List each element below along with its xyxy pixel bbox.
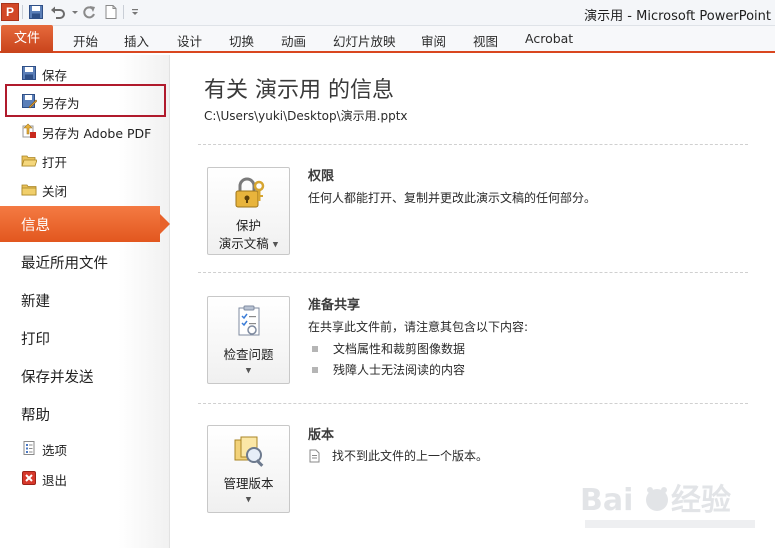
save-icon[interactable] bbox=[28, 4, 44, 20]
tab-transitions[interactable]: 切换 bbox=[229, 31, 254, 50]
lock-key-icon bbox=[232, 176, 266, 210]
divider bbox=[198, 403, 748, 404]
nav-label: 帮助 bbox=[21, 408, 50, 424]
save-icon bbox=[21, 65, 37, 81]
version-status: 找不到此文件的上一个版本。 bbox=[308, 447, 488, 464]
svg-text:经验: 经验 bbox=[671, 483, 731, 518]
open-folder-icon bbox=[21, 152, 37, 168]
nav-recent[interactable]: 最近所用文件 bbox=[0, 244, 170, 280]
section-title: 权限 bbox=[308, 169, 335, 184]
save-as-command[interactable]: 另存为 bbox=[5, 84, 166, 117]
nav-label: 打印 bbox=[21, 332, 50, 348]
nav-label: 信息 bbox=[21, 218, 50, 234]
document-icon bbox=[308, 449, 322, 463]
versions-icon bbox=[232, 434, 266, 468]
new-document-icon[interactable] bbox=[103, 4, 119, 20]
title-bar: P 演示用 - Microsoft PowerPoint bbox=[0, 0, 775, 26]
button-label-dropdown: 演示文稿 ▼ bbox=[208, 233, 289, 252]
button-label: 保护 bbox=[235, 218, 261, 233]
save-as-pdf-command[interactable]: 另存为 Adobe PDF bbox=[0, 118, 166, 144]
chevron-down-icon: ▼ bbox=[245, 366, 252, 375]
command-label: 另存为 bbox=[42, 96, 80, 111]
command-label: 退出 bbox=[42, 473, 68, 488]
exit-command[interactable]: 退出 bbox=[0, 465, 166, 491]
divider bbox=[198, 144, 748, 145]
close-folder-icon bbox=[21, 181, 37, 197]
backstage-nav: 保存 另存为 另存为 Adobe PDF 打开 关闭 信息 最近所用文件 新建 … bbox=[0, 55, 170, 548]
checklist-icon bbox=[232, 305, 266, 339]
protect-presentation-button[interactable]: 保护 演示文稿 ▼ bbox=[207, 167, 290, 255]
nav-save-and-send[interactable]: 保存并发送 bbox=[0, 358, 170, 394]
nav-label: 新建 bbox=[21, 294, 50, 310]
save-as-icon bbox=[21, 93, 37, 109]
nav-label: 最近所用文件 bbox=[21, 256, 108, 272]
file-path: C:\Users\yuki\Desktop\演示用.pptx bbox=[204, 109, 408, 123]
button-label: 演示文稿 bbox=[218, 236, 269, 251]
tab-slideshow[interactable]: 幻灯片放映 bbox=[333, 31, 396, 50]
tab-insert[interactable]: 插入 bbox=[124, 31, 149, 50]
customize-toolbar-icon[interactable] bbox=[127, 4, 138, 20]
ribbon-tab-bar: 开始 插入 设计 切换 动画 幻灯片放映 审阅 视图 Acrobat bbox=[0, 26, 775, 53]
tab-acrobat[interactable]: Acrobat bbox=[525, 31, 573, 46]
button-label: 管理版本 bbox=[223, 476, 274, 491]
command-label: 另存为 Adobe PDF bbox=[42, 126, 152, 141]
nav-print[interactable]: 打印 bbox=[0, 320, 170, 356]
command-label: 保存 bbox=[42, 68, 68, 83]
toolbar-separator bbox=[123, 5, 124, 19]
chevron-down-icon: ▼ bbox=[272, 240, 279, 249]
list-item-text: 文档属性和裁剪图像数据 bbox=[333, 342, 466, 356]
tab-design[interactable]: 设计 bbox=[177, 31, 202, 50]
nav-label: 保存并发送 bbox=[21, 370, 94, 386]
button-label: 检查问题 bbox=[223, 347, 274, 362]
svg-text:Bai: Bai bbox=[580, 483, 633, 518]
nav-info[interactable]: 信息 bbox=[0, 206, 170, 242]
close-command[interactable]: 关闭 bbox=[0, 176, 166, 202]
check-issues-button[interactable]: 检查问题 ▼ bbox=[207, 296, 290, 384]
tab-view[interactable]: 视图 bbox=[473, 31, 498, 50]
chevron-down-icon[interactable] bbox=[67, 4, 78, 20]
tab-home[interactable]: 开始 bbox=[73, 31, 98, 50]
list-item-text: 残障人士无法阅读的内容 bbox=[333, 363, 466, 377]
section-title: 版本 bbox=[308, 428, 335, 443]
bullet-icon bbox=[312, 366, 318, 373]
chevron-down-icon: ▼ bbox=[245, 495, 252, 504]
section-title: 准备共享 bbox=[308, 298, 361, 313]
nav-new[interactable]: 新建 bbox=[0, 282, 170, 318]
file-tab[interactable]: 文件 bbox=[1, 25, 53, 53]
exit-icon bbox=[21, 470, 37, 486]
options-command[interactable]: 选项 bbox=[0, 435, 166, 461]
section-description: 找不到此文件的上一个版本。 bbox=[332, 449, 489, 463]
window-title: 演示用 - Microsoft PowerPoint bbox=[584, 9, 771, 24]
list-item: 文档属性和裁剪图像数据 bbox=[312, 340, 465, 357]
command-label: 选项 bbox=[42, 443, 68, 458]
baidu-watermark-icon: Bai 经验 bbox=[575, 476, 765, 536]
redo-icon[interactable] bbox=[81, 4, 97, 20]
divider bbox=[198, 272, 748, 273]
toolbar-separator bbox=[22, 5, 23, 19]
command-label: 关闭 bbox=[42, 184, 68, 199]
undo-icon[interactable] bbox=[50, 4, 66, 20]
page-title: 有关 演示用 的信息 bbox=[204, 78, 394, 103]
pdf-icon bbox=[21, 123, 37, 139]
tab-animations[interactable]: 动画 bbox=[281, 31, 306, 50]
nav-help[interactable]: 帮助 bbox=[0, 396, 170, 432]
section-description: 在共享此文件前，请注意其包含以下内容: bbox=[308, 320, 529, 334]
info-panel: 有关 演示用 的信息 C:\Users\yuki\Desktop\演示用.ppt… bbox=[171, 55, 775, 548]
manage-versions-button[interactable]: 管理版本 ▼ bbox=[207, 425, 290, 513]
powerpoint-logo-icon[interactable]: P bbox=[1, 3, 19, 21]
tab-review[interactable]: 审阅 bbox=[421, 31, 446, 50]
options-icon bbox=[21, 440, 37, 456]
bullet-icon bbox=[312, 345, 318, 352]
command-label: 打开 bbox=[42, 155, 68, 170]
open-command[interactable]: 打开 bbox=[0, 147, 166, 173]
section-description: 任何人都能打开、复制并更改此演示文稿的任何部分。 bbox=[308, 191, 597, 205]
list-item: 残障人士无法阅读的内容 bbox=[312, 361, 465, 378]
save-command[interactable]: 保存 bbox=[0, 60, 166, 86]
